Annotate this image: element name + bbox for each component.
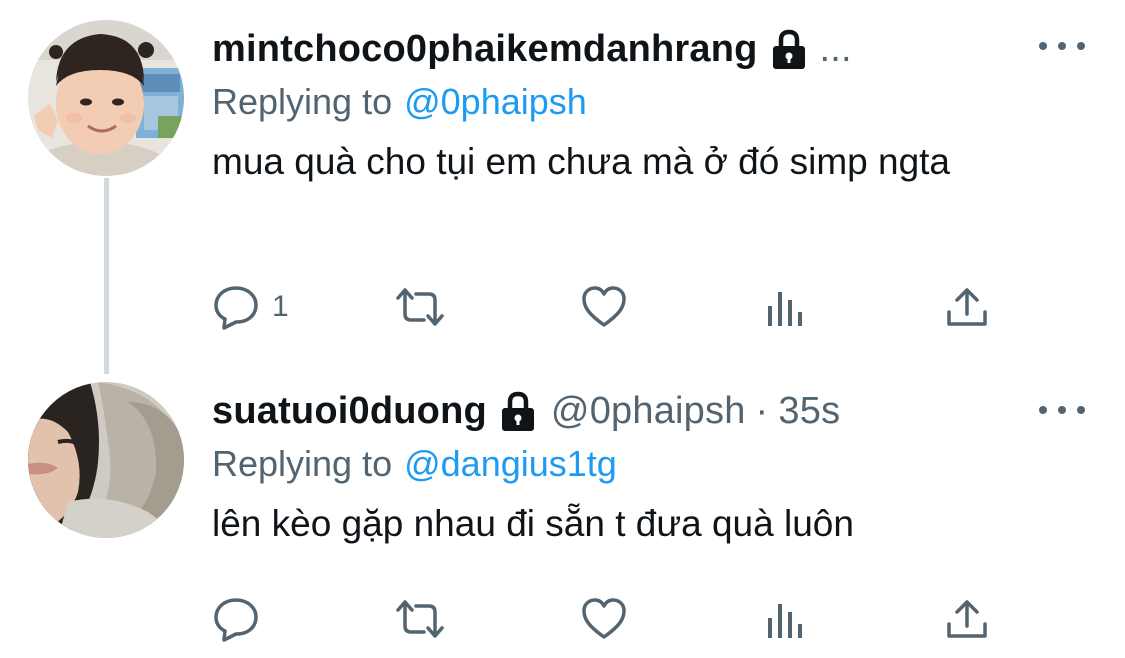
tweet-header: suatuoi0duong @0phaipsh · 35s — [212, 384, 1085, 438]
tweet-1[interactable]: mintchoco0phaikemdanhrang ... Replying t… — [0, 0, 1125, 360]
like-button[interactable] — [580, 282, 628, 332]
analytics-button[interactable] — [764, 282, 808, 332]
share-icon — [944, 596, 990, 642]
retweet-button[interactable] — [392, 282, 448, 332]
replying-label: Replying to — [212, 443, 393, 484]
handle[interactable]: @0phaipsh — [551, 390, 746, 433]
like-icon — [580, 284, 628, 330]
analytics-button[interactable] — [764, 594, 808, 644]
separator-dot: · — [755, 389, 769, 432]
more-icon[interactable] — [1039, 400, 1085, 420]
more-icon[interactable] — [1039, 36, 1085, 56]
action-bar — [212, 594, 1002, 644]
tweet-text: mua quà cho tụi em chưa mà ở đó simp ngt… — [212, 141, 951, 182]
replying-to: Replying to @0phaipsh — [212, 76, 1085, 128]
replying-mention-link[interactable]: @dangius1tg — [404, 443, 617, 485]
tweet-2[interactable]: suatuoi0duong @0phaipsh · 35s Replying t… — [0, 360, 1125, 658]
reply-button[interactable] — [212, 594, 272, 644]
avatar[interactable] — [28, 382, 184, 538]
lock-icon — [770, 27, 808, 71]
display-name[interactable]: mintchoco0phaikemdanhrang — [212, 28, 758, 71]
share-button[interactable] — [944, 282, 990, 332]
avatar[interactable] — [28, 20, 184, 176]
analytics-icon — [764, 284, 808, 330]
reply-icon — [212, 596, 260, 642]
retweet-icon — [392, 284, 448, 330]
reply-button[interactable]: 1 — [212, 282, 289, 332]
reply-icon — [212, 284, 260, 330]
retweet-icon — [392, 596, 448, 642]
retweet-button[interactable] — [392, 594, 448, 644]
like-button[interactable] — [580, 594, 628, 644]
share-icon — [944, 284, 990, 330]
truncation-ellipsis: ... — [819, 27, 852, 70]
timestamp[interactable]: 35s — [778, 390, 840, 433]
tweet-text: lên kèo gặp nhau đi sẵn t đưa quà luôn — [212, 503, 854, 544]
reply-count: 1 — [272, 290, 289, 323]
action-bar: 1 — [212, 282, 1002, 332]
tweet-header: mintchoco0phaikemdanhrang ... — [212, 22, 1085, 76]
replying-to: Replying to @dangius1tg — [212, 438, 1085, 490]
analytics-icon — [764, 596, 808, 642]
display-name[interactable]: suatuoi0duong — [212, 390, 487, 433]
like-icon — [580, 596, 628, 642]
lock-icon — [499, 389, 537, 433]
share-button[interactable] — [944, 594, 990, 644]
replying-mention-link[interactable]: @0phaipsh — [404, 81, 587, 123]
replying-label: Replying to — [212, 81, 393, 122]
